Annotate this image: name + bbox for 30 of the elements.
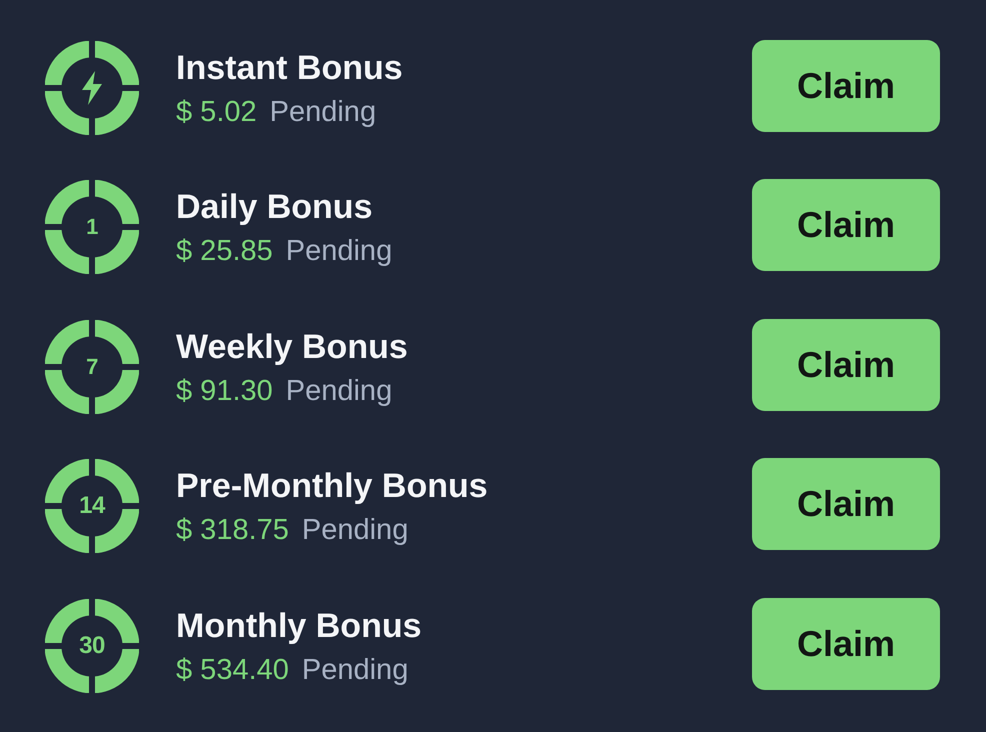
day-count: 30 bbox=[79, 634, 105, 658]
status-label: Pending bbox=[302, 513, 408, 548]
day-count: 14 bbox=[79, 494, 105, 518]
claim-button[interactable]: Claim bbox=[752, 179, 940, 272]
day-count: 1 bbox=[86, 216, 98, 238]
bonus-title: Weekly Bonus bbox=[176, 326, 408, 368]
claim-button[interactable]: Claim bbox=[752, 458, 940, 550]
status-label: Pending bbox=[270, 94, 376, 130]
claim-button[interactable]: Claim bbox=[752, 40, 940, 132]
bonus-amount: $ 5.02 bbox=[176, 94, 257, 130]
status-label: Pending bbox=[286, 374, 392, 409]
claim-button[interactable]: Claim bbox=[752, 318, 940, 411]
bonus-amount: $ 534.40 bbox=[176, 652, 289, 688]
status-label: Pending bbox=[286, 234, 392, 270]
bonus-amount: $ 91.30 bbox=[176, 374, 273, 409]
ring-icon bbox=[44, 40, 140, 136]
bonus-title: Monthly Bonus bbox=[176, 606, 422, 647]
bonus-amount: $ 25.85 bbox=[176, 234, 273, 270]
status-label: Pending bbox=[302, 652, 408, 688]
bonus-title: Daily Bonus bbox=[176, 187, 372, 228]
claim-button[interactable]: Claim bbox=[752, 598, 940, 690]
ring-icon bbox=[44, 598, 140, 694]
ring-icon bbox=[44, 458, 140, 554]
day-count: 7 bbox=[86, 356, 98, 378]
bonus-title: Pre-Monthly Bonus bbox=[176, 466, 488, 508]
lightning-icon bbox=[80, 70, 104, 105]
ring-icon bbox=[44, 179, 140, 276]
bonus-amount: $ 318.75 bbox=[176, 513, 289, 548]
ring-icon bbox=[44, 318, 140, 415]
bonus-title: Instant Bonus bbox=[176, 48, 403, 89]
